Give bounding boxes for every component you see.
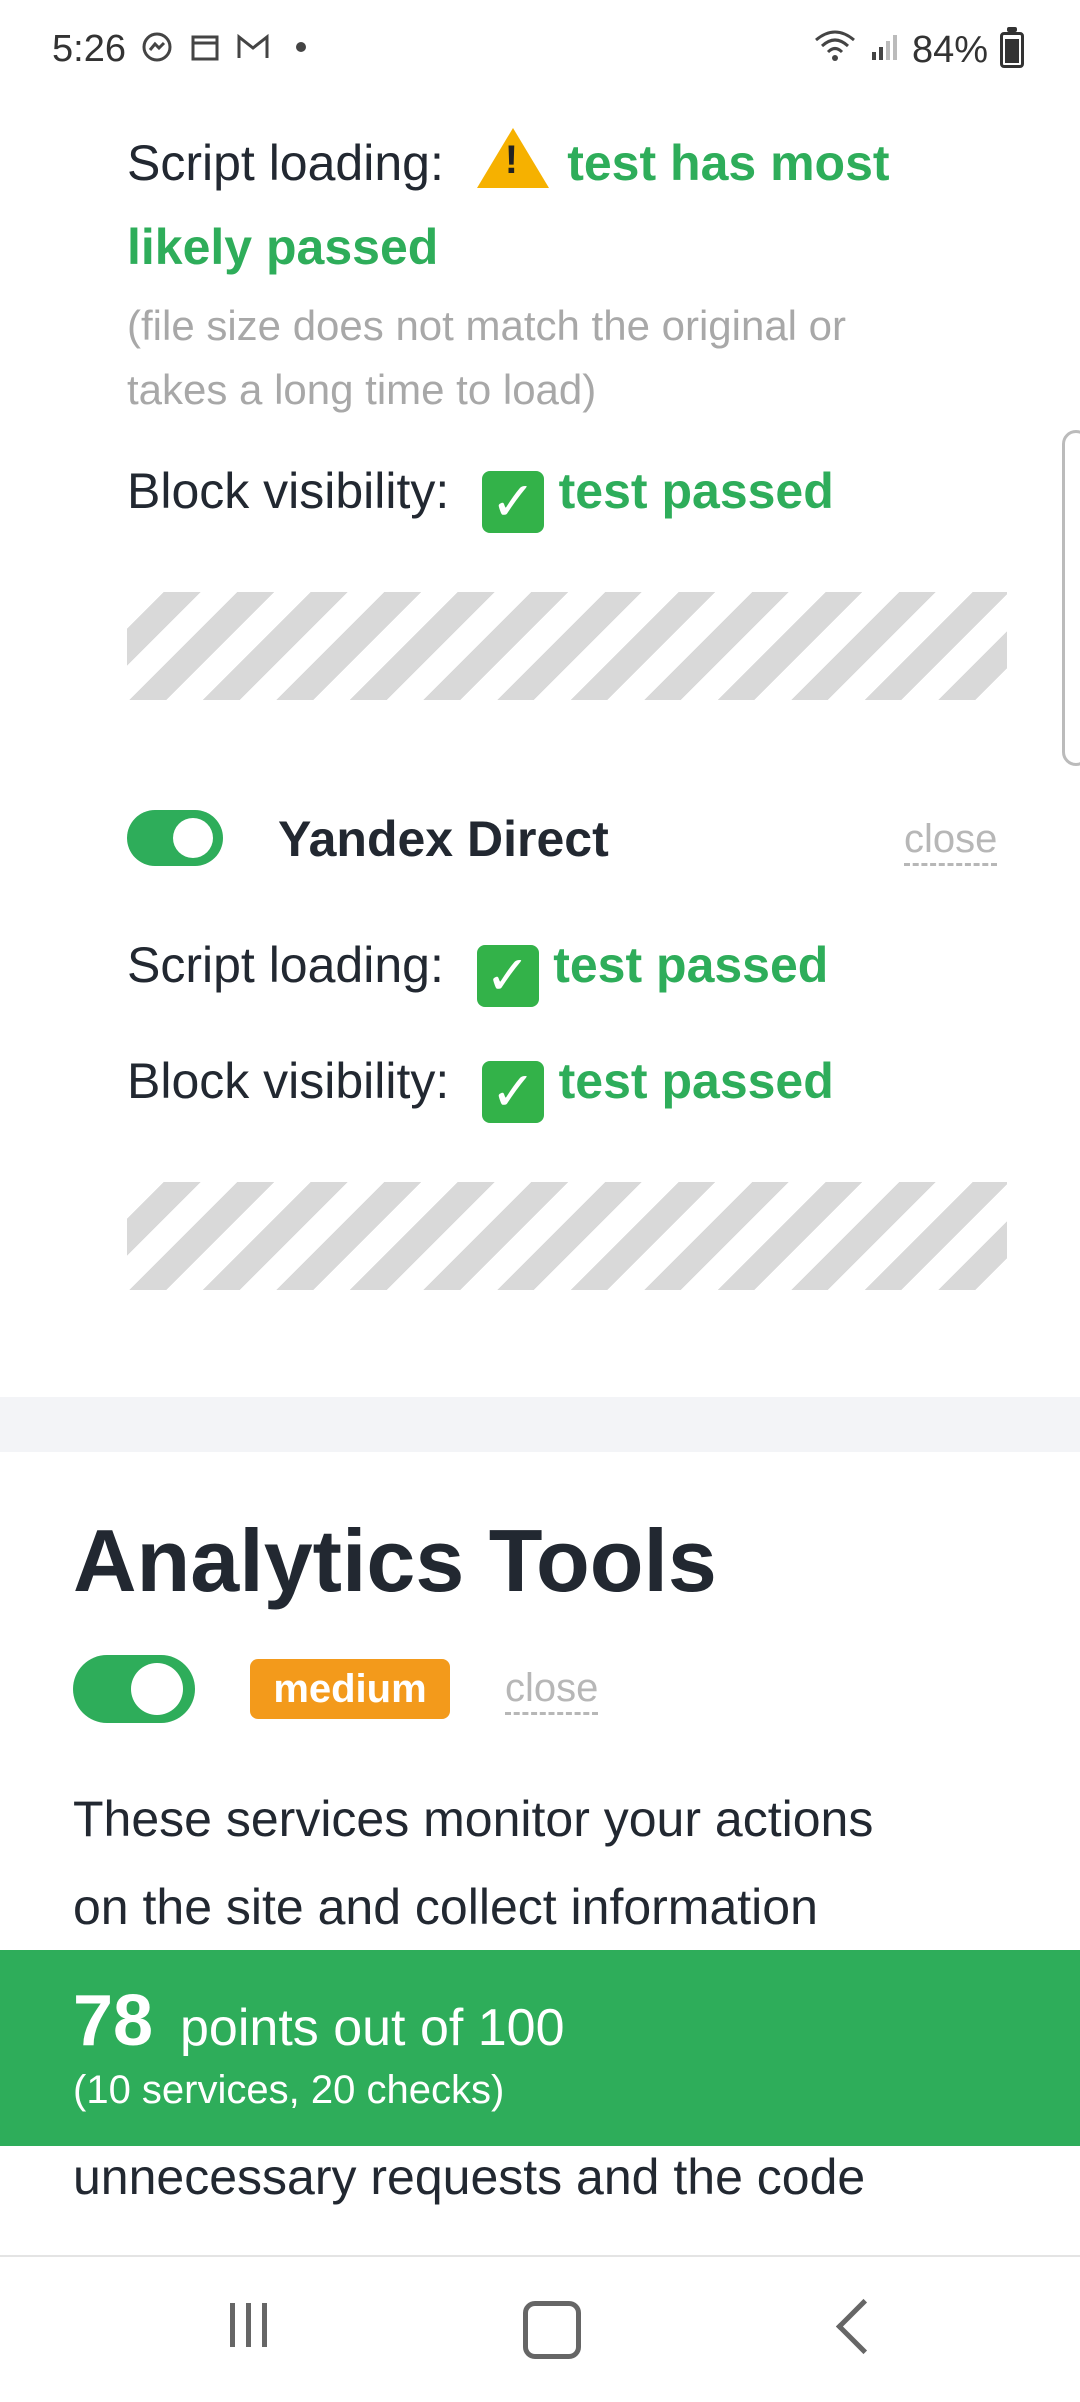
description-line3: unnecessary requests and the code xyxy=(73,2149,866,2205)
wifi-icon xyxy=(812,28,858,72)
messenger-icon xyxy=(140,30,174,64)
yandex-toggle[interactable] xyxy=(127,810,223,866)
file-size-note-line1: (file size does not match the original o… xyxy=(127,302,847,349)
signal-icon xyxy=(870,29,900,72)
yandex-close-link[interactable]: close xyxy=(904,815,998,866)
ad-placeholder-1 xyxy=(127,592,1007,700)
script-loading-row-2: Script loading: ✓ test passed xyxy=(127,936,828,1007)
description-line2: on the site and collect information xyxy=(73,1879,818,1935)
check-icon: ✓ xyxy=(482,1061,545,1123)
risk-badge: medium xyxy=(250,1659,450,1719)
script-loading-status: test has most xyxy=(567,135,890,191)
status-time: 5:26 xyxy=(52,28,126,70)
block-visibility-label: Block visibility: xyxy=(127,1053,450,1109)
calendar-icon xyxy=(188,30,222,64)
battery-icon xyxy=(1000,27,1024,68)
script-loading-label: Script loading: xyxy=(127,135,444,191)
block-visibility-status: test passed xyxy=(558,463,834,519)
back-button[interactable] xyxy=(820,2297,900,2367)
back-icon xyxy=(835,2298,892,2355)
scrollbar[interactable] xyxy=(1062,430,1080,766)
ad-placeholder-2 xyxy=(127,1182,1007,1290)
score-details: (10 services, 20 checks) xyxy=(73,2068,505,2112)
score-points: 78 xyxy=(73,1981,154,2061)
warning-icon: ! xyxy=(476,128,549,188)
home-icon xyxy=(523,2301,581,2359)
status-icons-right: 84% xyxy=(812,27,1024,72)
block-visibility-status: test passed xyxy=(558,1053,834,1109)
status-icons-left xyxy=(140,30,318,64)
script-loading-status-cont: likely passed xyxy=(127,219,439,275)
score-points-text: points out of 100 xyxy=(180,1999,565,2057)
check-icon: ✓ xyxy=(476,945,539,1007)
dot-icon xyxy=(284,30,318,64)
section-title: Analytics Tools xyxy=(73,1511,717,1610)
analytics-toggle[interactable] xyxy=(73,1655,195,1723)
section-divider xyxy=(0,1397,1080,1452)
status-bar: 5:26 84% xyxy=(0,0,1080,100)
battery-percent: 84% xyxy=(911,28,988,71)
description-line1: These services monitor your actions xyxy=(73,1791,874,1847)
block-visibility-row-2: Block visibility: ✓ test passed xyxy=(127,1052,834,1123)
analytics-close-link[interactable]: close xyxy=(505,1664,599,1715)
check-icon: ✓ xyxy=(482,471,545,533)
script-loading-label: Script loading: xyxy=(127,937,444,993)
system-nav-bar xyxy=(0,2255,1080,2402)
home-button[interactable] xyxy=(515,2297,595,2367)
script-loading-row-1: Script loading: ! test has most xyxy=(127,128,890,192)
service-name: Yandex Direct xyxy=(278,811,609,867)
score-bar: 78 points out of 100 (10 services, 20 ch… xyxy=(0,1950,1080,2146)
file-size-note-line2: takes a long time to load) xyxy=(127,366,597,413)
toggle-knob xyxy=(131,1663,183,1715)
block-visibility-row-1: Block visibility: ✓ test passed xyxy=(127,462,834,533)
recents-button[interactable] xyxy=(220,2297,300,2367)
toggle-knob xyxy=(173,818,213,858)
gmail-icon xyxy=(236,30,270,64)
script-loading-status: test passed xyxy=(553,937,829,993)
block-visibility-label: Block visibility: xyxy=(127,463,450,519)
